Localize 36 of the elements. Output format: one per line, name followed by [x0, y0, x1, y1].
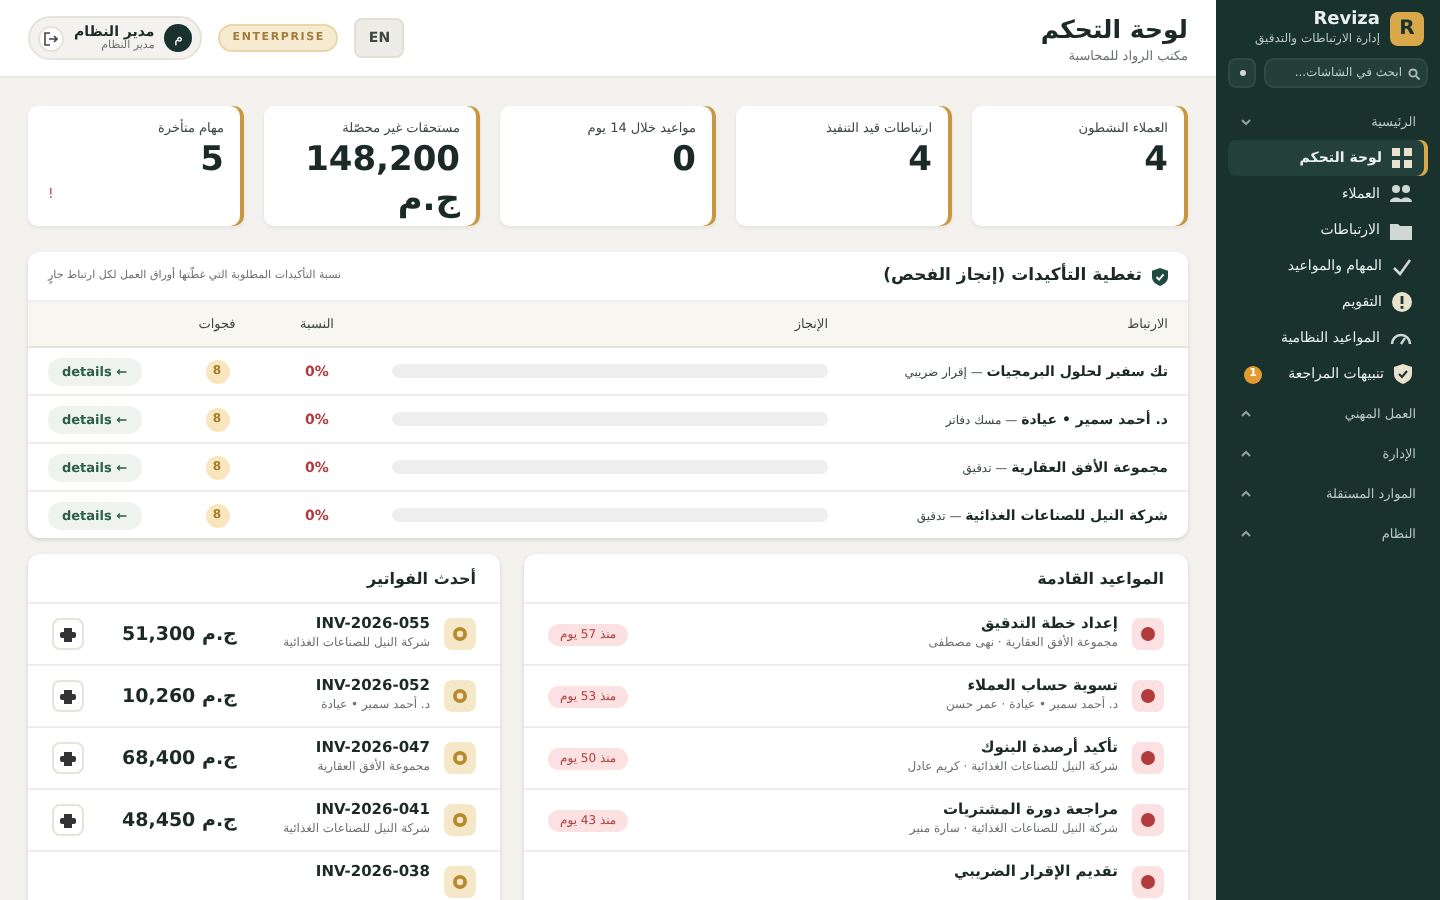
- stat-value: 0: [670, 140, 696, 181]
- invoice-amount: ج.م 51,300: [122, 623, 237, 645]
- coin-icon: [444, 804, 476, 836]
- card-title: المواعيد القادمة: [1037, 569, 1164, 587]
- invoice-amount: ج.م 10,260: [122, 685, 237, 707]
- coin-icon: [444, 680, 476, 712]
- stat-value: 4: [1142, 140, 1168, 181]
- people-icon: [1390, 184, 1412, 204]
- stat-value: 5: [198, 140, 224, 181]
- sidebar-toggle-button[interactable]: [1228, 58, 1256, 88]
- stat-value: 4: [906, 140, 932, 181]
- stat-value: 148,200 ج.م: [303, 140, 460, 222]
- card-title: تغطية التأكيدات (إنجاز الفحص): [883, 266, 1142, 286]
- check-icon: [1392, 257, 1412, 275]
- shield-icon: [1394, 364, 1412, 384]
- print-button[interactable]: [52, 742, 84, 774]
- grid-icon: [1392, 148, 1412, 168]
- coin-icon: [444, 618, 476, 650]
- app-name: Reviza: [1311, 12, 1380, 32]
- coin-icon: [444, 742, 476, 774]
- invoice-amount: ج.م 68,400: [122, 747, 237, 769]
- app-logo: R: [1390, 12, 1424, 46]
- print-button[interactable]: [52, 804, 84, 836]
- logout-icon: [44, 31, 58, 45]
- shield-icon: [1152, 267, 1168, 285]
- invoice-amount: ج.م 48,450: [122, 809, 237, 831]
- print-button[interactable]: [52, 618, 84, 650]
- card-title: أحدث الفواتير: [367, 569, 476, 587]
- folder-icon: [1390, 221, 1412, 239]
- page-title: لوحة التحكم: [1040, 13, 1188, 43]
- coin-icon: [444, 866, 476, 898]
- dot-icon: [1239, 70, 1245, 76]
- search-icon: [1408, 67, 1420, 79]
- gauge-icon: [1390, 330, 1412, 346]
- logout-button[interactable]: [38, 25, 64, 51]
- print-button[interactable]: [52, 680, 84, 712]
